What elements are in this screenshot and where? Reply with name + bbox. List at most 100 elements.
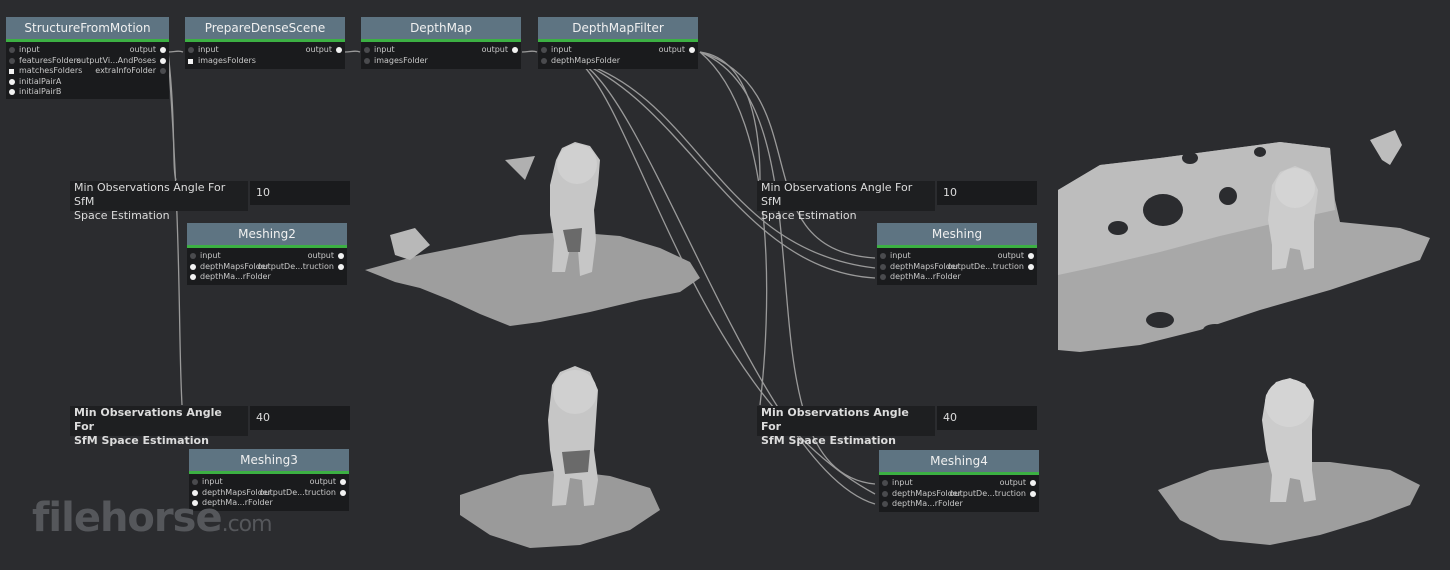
port-row: initialPairA bbox=[6, 77, 169, 88]
port-label: output bbox=[997, 251, 1024, 260]
node-prepare-dense-scene[interactable]: PrepareDenseScene input output imagesFol… bbox=[185, 17, 345, 69]
node-meshing[interactable]: Meshing input output depthMapsFolder out… bbox=[877, 223, 1037, 285]
mesh-preview-4 bbox=[1158, 378, 1420, 545]
mesh-preview-2 bbox=[460, 366, 660, 548]
output-port-icon[interactable] bbox=[340, 489, 346, 496]
output-port-icon[interactable] bbox=[1030, 480, 1036, 486]
attr-value-field[interactable]: 40 bbox=[250, 406, 350, 430]
input-port-icon[interactable] bbox=[541, 57, 547, 64]
output-port-icon[interactable] bbox=[160, 57, 166, 64]
node-depth-map[interactable]: DepthMap input output imagesFolder bbox=[361, 17, 521, 69]
input-port-icon[interactable] bbox=[190, 253, 196, 259]
port-row: imagesFolders bbox=[185, 56, 345, 67]
port-label: input bbox=[890, 251, 911, 260]
port-label: extraInfoFolder bbox=[95, 66, 156, 75]
port-label: outputDe...truction bbox=[949, 488, 1026, 498]
attr-label: Min Observations Angle For SfM Space Est… bbox=[757, 181, 935, 222]
output-port-icon[interactable] bbox=[689, 47, 695, 53]
port-label: depthMa...rFolder bbox=[890, 272, 961, 281]
output-port-icon[interactable] bbox=[1030, 490, 1036, 497]
input-port-icon[interactable] bbox=[9, 69, 14, 74]
port-label: depthMa...rFolder bbox=[200, 272, 271, 281]
node-meshing4[interactable]: Meshing4 input output depthMapsFolder ou… bbox=[879, 450, 1039, 512]
port-row: matchesFolders extraInfoFolder bbox=[6, 66, 169, 77]
output-port-icon[interactable] bbox=[1028, 263, 1034, 270]
port-label: outputVi...AndPoses bbox=[76, 55, 156, 65]
port-row: depthMa...rFolder bbox=[877, 272, 1037, 283]
port-label: input bbox=[374, 45, 395, 54]
port-label: featuresFolders bbox=[19, 55, 81, 65]
port-row: depthMapsFolder bbox=[538, 56, 698, 67]
input-port-icon[interactable] bbox=[364, 57, 370, 64]
port-row: depthMapsFolder outputDe...truction bbox=[877, 262, 1037, 273]
port-row: input output bbox=[538, 45, 698, 56]
input-port-icon[interactable] bbox=[880, 274, 886, 280]
port-label: output bbox=[658, 45, 685, 54]
input-port-icon[interactable] bbox=[188, 47, 194, 53]
attr-value-field[interactable]: 10 bbox=[250, 181, 350, 205]
attr-value-field[interactable]: 10 bbox=[937, 181, 1037, 205]
output-port-icon[interactable] bbox=[512, 47, 518, 53]
output-port-icon[interactable] bbox=[160, 47, 166, 53]
port-row: depthMapsFolder outputDe...truction bbox=[187, 262, 347, 273]
port-row: imagesFolder bbox=[361, 56, 521, 67]
output-port-icon[interactable] bbox=[338, 263, 344, 270]
port-row: featuresFolders outputVi...AndPoses bbox=[6, 56, 169, 67]
input-port-icon[interactable] bbox=[190, 274, 196, 280]
node-meshing2[interactable]: Meshing2 input output depthMapsFolder ou… bbox=[187, 223, 347, 285]
output-port-icon[interactable] bbox=[160, 68, 166, 74]
port-row: depthMa...rFolder bbox=[879, 499, 1039, 510]
port-label: input bbox=[198, 45, 219, 54]
node-depth-map-filter[interactable]: DepthMapFilter input output depthMapsFol… bbox=[538, 17, 698, 69]
attr-label: Min Observations Angle For SfM Space Est… bbox=[70, 406, 248, 447]
port-label: output bbox=[999, 478, 1026, 487]
input-port-icon[interactable] bbox=[190, 263, 196, 270]
port-label: initialPairB bbox=[19, 87, 62, 96]
output-port-icon[interactable] bbox=[340, 479, 346, 485]
port-label: output bbox=[305, 45, 332, 54]
input-port-icon[interactable] bbox=[882, 480, 888, 486]
input-port-icon[interactable] bbox=[880, 263, 886, 270]
port-row: depthMa...rFolder bbox=[187, 272, 347, 283]
port-label: outputDe...truction bbox=[257, 261, 334, 271]
input-port-icon[interactable] bbox=[9, 57, 15, 64]
input-port-icon[interactable] bbox=[9, 47, 15, 53]
attr-label: Min Observations Angle For SfM Space Est… bbox=[70, 181, 248, 222]
input-port-icon[interactable] bbox=[9, 89, 15, 95]
output-port-icon[interactable] bbox=[338, 253, 344, 259]
output-port-icon[interactable] bbox=[1028, 253, 1034, 259]
node-title: Meshing2 bbox=[187, 223, 347, 248]
port-label: initialPairA bbox=[19, 76, 62, 86]
port-row: input output bbox=[877, 251, 1037, 262]
port-row: input output bbox=[879, 478, 1039, 489]
node-title: PrepareDenseScene bbox=[185, 17, 345, 42]
node-structure-from-motion[interactable]: StructureFromMotion input output feature… bbox=[6, 17, 169, 99]
port-row: input output bbox=[187, 251, 347, 262]
node-title: Meshing3 bbox=[189, 449, 349, 474]
input-port-icon[interactable] bbox=[364, 47, 370, 53]
input-port-icon[interactable] bbox=[882, 490, 888, 497]
node-title: DepthMap bbox=[361, 17, 521, 42]
input-port-icon[interactable] bbox=[192, 479, 198, 485]
node-title: Meshing4 bbox=[879, 450, 1039, 475]
node-title: StructureFromMotion bbox=[6, 17, 169, 42]
input-port-icon[interactable] bbox=[880, 253, 886, 259]
attr-value-field[interactable]: 40 bbox=[937, 406, 1037, 430]
port-row: input output bbox=[185, 45, 345, 56]
input-port-icon[interactable] bbox=[882, 501, 888, 507]
port-label: matchesFolders bbox=[19, 66, 83, 75]
port-row: input output bbox=[6, 45, 169, 56]
node-title: DepthMapFilter bbox=[538, 17, 698, 42]
input-port-icon[interactable] bbox=[9, 78, 15, 85]
port-row: depthMapsFolder outputDe...truction bbox=[879, 489, 1039, 500]
port-label: imagesFolders bbox=[198, 55, 256, 65]
attr-label: Min Observations Angle For SfM Space Est… bbox=[757, 406, 935, 447]
port-label: imagesFolder bbox=[374, 55, 428, 65]
port-row: input output bbox=[189, 477, 349, 488]
port-label: input bbox=[202, 477, 223, 486]
input-port-icon[interactable] bbox=[541, 47, 547, 53]
mesh-preview-3 bbox=[1058, 130, 1430, 352]
port-label: input bbox=[551, 45, 572, 54]
output-port-icon[interactable] bbox=[336, 47, 342, 53]
input-port-icon[interactable] bbox=[188, 58, 193, 64]
